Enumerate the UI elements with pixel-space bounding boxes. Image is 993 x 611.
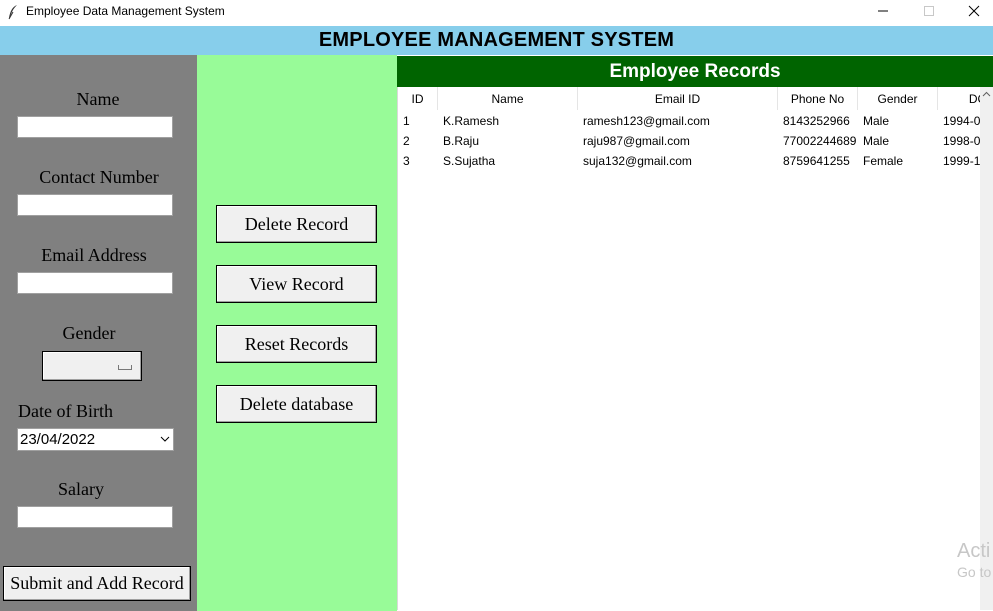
salary-input[interactable] <box>17 506 173 528</box>
cell-phone: 77002244689 <box>783 134 857 148</box>
cell-phone: 8143252966 <box>783 114 850 128</box>
cell-id: 2 <box>403 134 410 148</box>
maximize-icon <box>924 6 934 16</box>
delete-record-button[interactable]: Delete Record <box>216 205 377 243</box>
minimize-button[interactable] <box>860 0 906 22</box>
app-header: EMPLOYEE MANAGEMENT SYSTEM <box>0 26 993 55</box>
gender-label: Gender <box>62 323 116 343</box>
window-title: Employee Data Management System <box>26 4 225 18</box>
submit-add-record-button[interactable]: Submit and Add Record <box>3 566 191 601</box>
table-row[interactable]: 3 S.Sujatha suja132@gmail.com 8759641255… <box>398 151 980 171</box>
delete-database-button[interactable]: Delete database <box>216 385 377 423</box>
reset-records-button[interactable]: Reset Records <box>216 325 377 363</box>
cell-dob: 1994-04 <box>943 114 980 128</box>
email-address-input[interactable] <box>17 272 173 294</box>
gender-dropdown[interactable] <box>42 351 142 381</box>
view-record-button[interactable]: View Record <box>216 265 377 303</box>
cell-gender: Male <box>863 134 890 148</box>
close-icon <box>968 5 980 17</box>
cell-email: ramesh123@gmail.com <box>583 114 710 128</box>
cell-email: suja132@gmail.com <box>583 154 692 168</box>
column-header-gender[interactable]: Gender <box>858 87 938 110</box>
table-row[interactable]: 2 B.Raju raju987@gmail.com 77002244689 M… <box>398 131 980 151</box>
chevron-up-icon[interactable] <box>982 91 991 97</box>
column-header-phone[interactable]: Phone No <box>778 87 858 110</box>
watermark-line-1: Acti <box>957 540 991 562</box>
records-header: Employee Records <box>397 56 993 87</box>
contact-number-input[interactable] <box>17 194 173 216</box>
column-header-id[interactable]: ID <box>398 87 438 110</box>
vertical-scrollbar[interactable] <box>980 87 993 610</box>
column-header-name[interactable]: Name <box>438 87 578 110</box>
cell-email: raju987@gmail.com <box>583 134 690 148</box>
activation-watermark: Acti Go to <box>957 540 991 580</box>
table-header-row: ID Name Email ID Phone No Gender DC <box>398 87 980 110</box>
date-of-birth-value: 23/04/2022 <box>20 431 96 448</box>
contact-number-label: Contact Number <box>39 167 159 187</box>
cell-id: 3 <box>403 154 410 168</box>
employee-form-panel: Name Contact Number Email Address Gender… <box>0 55 197 611</box>
records-title: Employee Records <box>609 60 781 82</box>
email-address-label: Email Address <box>41 245 147 265</box>
cell-dob: 1998-04 <box>943 134 980 148</box>
cell-name: B.Raju <box>443 134 480 148</box>
cell-phone: 8759641255 <box>783 154 850 168</box>
maximize-button[interactable] <box>906 0 952 22</box>
app-title: EMPLOYEE MANAGEMENT SYSTEM <box>318 29 675 51</box>
column-header-dob[interactable]: DC <box>938 87 980 110</box>
name-input[interactable] <box>17 116 173 138</box>
feather-icon <box>8 5 17 20</box>
actions-panel: Delete Record View Record Reset Records … <box>197 55 397 611</box>
dropdown-indicator-icon <box>118 365 132 370</box>
cell-gender: Male <box>863 114 890 128</box>
cell-name: K.Ramesh <box>443 114 500 128</box>
table-row[interactable]: 1 K.Ramesh ramesh123@gmail.com 814325296… <box>398 111 980 131</box>
watermark-line-2: Go to <box>957 564 992 580</box>
records-panel: Employee Records ID Name Email ID Phone … <box>397 55 993 611</box>
close-button[interactable] <box>951 0 993 22</box>
column-header-email[interactable]: Email ID <box>578 87 778 110</box>
cell-name: S.Sujatha <box>443 154 496 168</box>
date-of-birth-label: Date of Birth <box>18 401 113 421</box>
cell-gender: Female <box>863 154 904 168</box>
date-of-birth-picker[interactable]: 23/04/2022 <box>17 428 174 451</box>
name-label: Name <box>76 89 120 109</box>
salary-label: Salary <box>58 479 104 499</box>
cell-dob: 1999-11 <box>943 154 980 168</box>
cell-id: 1 <box>403 114 410 128</box>
window-titlebar: Employee Data Management System <box>0 0 993 26</box>
chevron-down-icon <box>160 436 170 442</box>
records-table[interactable]: ID Name Email ID Phone No Gender DC 1 K.… <box>397 87 980 610</box>
minimize-icon <box>878 10 888 12</box>
